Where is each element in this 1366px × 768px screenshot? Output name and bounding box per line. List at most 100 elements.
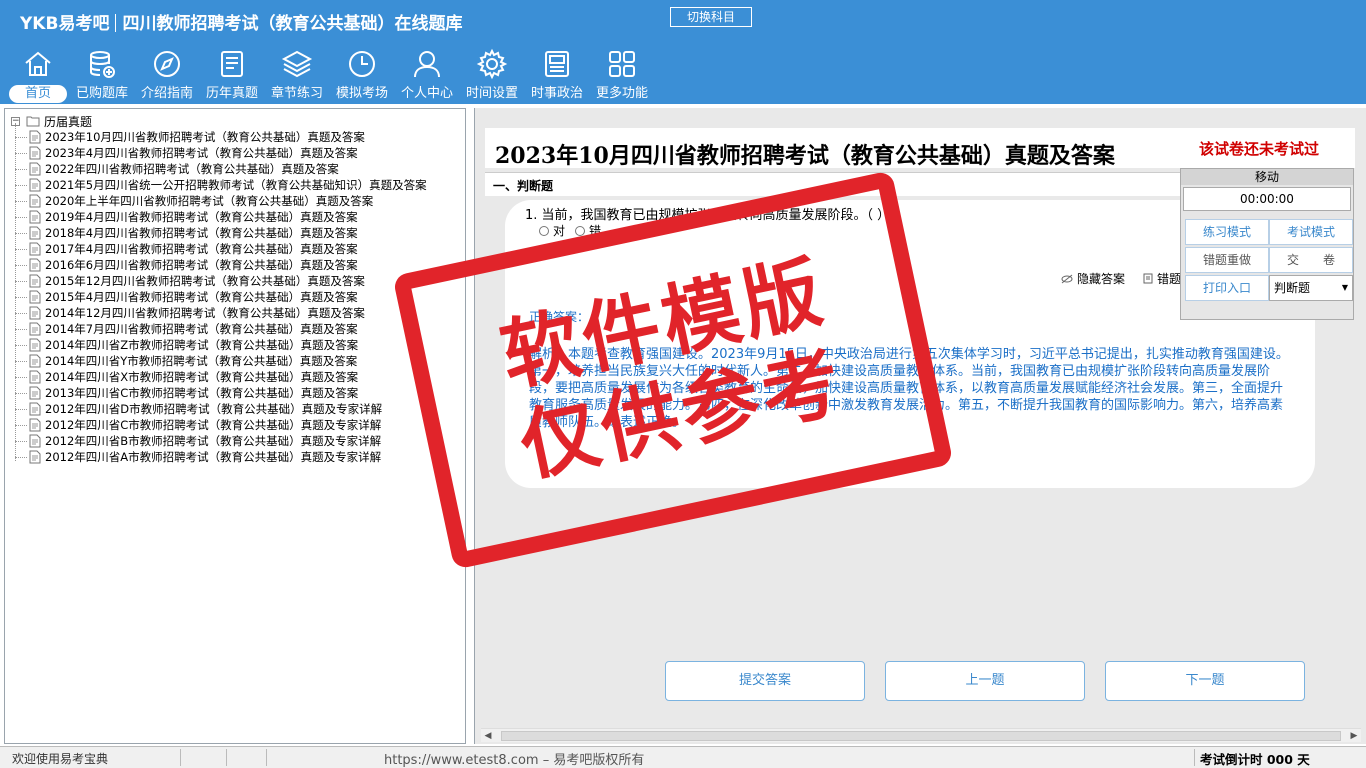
- book-icon: [1143, 273, 1153, 284]
- tree-item-label: 2017年4月四川省教师招聘考试（教育公共基础）真题及答案: [45, 242, 358, 256]
- dropdown-arrow-icon[interactable]: ▼: [1342, 276, 1348, 300]
- tree-item[interactable]: 2015年12月四川省教师招聘考试（教育公共基础）真题及答案: [15, 273, 427, 289]
- print-entry-button[interactable]: 打印入口: [1185, 275, 1269, 301]
- tree-item[interactable]: 2014年7月四川省教师招聘考试（教育公共基础）真题及答案: [15, 321, 427, 337]
- tree-item[interactable]: 2012年四川省D市教师招聘考试（教育公共基础）真题及专家详解: [15, 401, 427, 417]
- exam-timer: 00:00:00: [1183, 187, 1351, 211]
- exam-control-panel: 移动 00:00:00 练习模式 考试模式 错题重做 交 卷 打印入口 判断题 …: [1180, 168, 1354, 320]
- tree-item[interactable]: 2014年四川省X市教师招聘考试（教育公共基础）真题及答案: [15, 369, 427, 385]
- tree-item[interactable]: 2023年10月四川省教师招聘考试（教育公共基础）真题及答案: [15, 129, 427, 145]
- next-question-button[interactable]: 下一题: [1105, 661, 1305, 701]
- tree-root-label: 历届真题: [44, 114, 93, 129]
- hand-in-button[interactable]: 交 卷: [1269, 247, 1353, 273]
- tree-item[interactable]: 2023年4月四川省教师招聘考试（教育公共基础）真题及答案: [15, 145, 427, 161]
- tree-item[interactable]: 2012年四川省B市教师招聘考试（教育公共基础）真题及专家详解: [15, 433, 427, 449]
- tree-item-label: 2016年6月四川省教师招聘考试（教育公共基础）真题及答案: [45, 258, 358, 272]
- section-label: 一、判断题: [493, 179, 554, 193]
- tree-item[interactable]: 2020年上半年四川省教师招聘考试（教育公共基础）真题及答案: [15, 193, 427, 209]
- nav-current-affairs[interactable]: 时事政治: [527, 48, 587, 104]
- option-false[interactable]: 错: [575, 222, 601, 239]
- exam-status: 该试卷还未考试过: [1199, 140, 1320, 158]
- scroll-thumb[interactable]: [501, 731, 1341, 741]
- scroll-left-icon[interactable]: ◀: [481, 729, 495, 743]
- nav-past-papers[interactable]: 历年真题: [202, 48, 262, 104]
- option-false-label: 错: [589, 224, 602, 238]
- tree-item[interactable]: 2016年6月四川省教师招聘考试（教育公共基础）真题及答案: [15, 257, 427, 273]
- document-icon: [29, 146, 41, 160]
- tree-item[interactable]: 2014年12月四川省教师招聘考试（教育公共基础）真题及答案: [15, 305, 427, 321]
- eye-off-icon: [1061, 274, 1073, 283]
- tree-item[interactable]: 2021年5月四川省统一公开招聘教师考试（教育公共基础知识）真题及答案: [15, 177, 427, 193]
- hide-answer-toggle[interactable]: 隐藏答案: [1061, 270, 1125, 287]
- tree-root[interactable]: − 历届真题: [11, 113, 92, 129]
- clock-icon: [349, 51, 375, 77]
- nav-mock-exam[interactable]: 模拟考场: [332, 48, 392, 104]
- tree-item[interactable]: 2014年四川省Z市教师招聘考试（教育公共基础）真题及答案: [15, 337, 427, 353]
- app-title-text: 四川教师招聘考试（教育公共基础）在线题库: [122, 14, 463, 34]
- tree-item[interactable]: 2015年4月四川省教师招聘考试（教育公共基础）真题及答案: [15, 289, 427, 305]
- nav-chapter-practice-label: 章节练习: [270, 86, 323, 101]
- hide-answer-label: 隐藏答案: [1077, 272, 1126, 286]
- tree-item[interactable]: 2014年四川省Y市教师招聘考试（教育公共基础）真题及答案: [15, 353, 427, 369]
- nav-purchased[interactable]: 已购题库: [72, 48, 132, 104]
- document-icon: [29, 274, 41, 288]
- explanation-text: 解析：本题考查教育强国建设。2023年9月15日，中央政治局进行第五次集体学习时…: [529, 347, 1289, 430]
- grid-icon: [609, 51, 635, 77]
- logo-text: YKB易考吧: [20, 14, 110, 34]
- nav-more-label: 更多功能: [595, 86, 648, 101]
- tree-item-label: 2018年4月四川省教师招聘考试（教育公共基础）真题及答案: [45, 226, 358, 240]
- drag-handle[interactable]: 移动: [1181, 169, 1353, 185]
- exam-mode-button[interactable]: 考试模式: [1269, 219, 1353, 245]
- tree-item[interactable]: 2012年四川省C市教师招聘考试（教育公共基础）真题及专家详解: [15, 417, 427, 433]
- tree-item[interactable]: 2017年4月四川省教师招聘考试（教育公共基础）真题及答案: [15, 241, 427, 257]
- option-true[interactable]: 对: [539, 222, 565, 239]
- nav-more[interactable]: 更多功能: [592, 48, 652, 104]
- question-type-select[interactable]: 判断题 ▼: [1269, 275, 1353, 301]
- submit-answer-button[interactable]: 提交答案: [665, 661, 865, 701]
- nav-time-settings[interactable]: 时间设置: [462, 48, 522, 104]
- nav-home-label: 首页: [9, 85, 67, 103]
- nav-guide[interactable]: 介绍指南: [137, 48, 197, 104]
- document-icon: [29, 306, 41, 320]
- practice-mode-button[interactable]: 练习模式: [1185, 219, 1269, 245]
- correct-answer-label: 正确答案：: [529, 310, 590, 324]
- nav-home[interactable]: 首页: [8, 48, 68, 104]
- tree-item-label: 2020年上半年四川省教师招聘考试（教育公共基础）真题及答案: [45, 194, 374, 208]
- scroll-right-icon[interactable]: ▶: [1347, 729, 1361, 743]
- document-icon: [29, 226, 41, 240]
- nav-chapter-practice[interactable]: 章节练习: [267, 48, 327, 104]
- tree-item[interactable]: 2012年四川省A市教师招聘考试（教育公共基础）真题及专家详解: [15, 449, 427, 465]
- nav-purchased-label: 已购题库: [75, 86, 128, 101]
- nav-mock-exam-label: 模拟考场: [335, 86, 388, 101]
- tree-item-label: 2015年12月四川省教师招聘考试（教育公共基础）真题及答案: [45, 274, 365, 288]
- tree-item-label: 2012年四川省A市教师招聘考试（教育公共基础）真题及专家详解: [45, 450, 382, 464]
- tree-item[interactable]: 2022年四川省教师招聘考试（教育公共基础）真题及答案: [15, 161, 427, 177]
- copyright-text: https://www.etest8.com – 易考吧版权所有: [384, 753, 645, 768]
- document-icon: [29, 178, 41, 192]
- tree-item-label: 2014年7月四川省教师招聘考试（教育公共基础）真题及答案: [45, 322, 358, 336]
- radio-icon[interactable]: [575, 225, 586, 236]
- tree-list: 2023年10月四川省教师招聘考试（教育公共基础）真题及答案 2023年4月四川省…: [15, 129, 427, 465]
- tree-item-label: 2021年5月四川省统一公开招聘教师考试（教育公共基础知识）真题及答案: [45, 178, 427, 192]
- nav-profile-label: 个人中心: [400, 86, 453, 101]
- nav-profile[interactable]: 个人中心: [397, 48, 457, 104]
- radio-icon[interactable]: [539, 225, 549, 236]
- horizontal-scrollbar[interactable]: ◀ ▶: [481, 728, 1361, 742]
- document-icon: [29, 162, 41, 176]
- tree-item-label: 2023年4月四川省教师招聘考试（教育公共基础）真题及答案: [45, 146, 358, 160]
- tree-item-label: 2014年四川省X市教师招聘考试（教育公共基础）真题及答案: [45, 370, 359, 384]
- tree-item-label: 2014年四川省Y市教师招聘考试（教育公共基础）真题及答案: [45, 354, 358, 368]
- paper-tree: − 历届真题 2023年10月四川省教师招聘考试（教育公共基础）真题及答案 202…: [4, 108, 466, 744]
- prev-question-button[interactable]: 上一题: [885, 661, 1085, 701]
- gear-icon: [476, 48, 508, 80]
- redo-errors-button[interactable]: 错题重做: [1185, 247, 1269, 273]
- document-icon: [29, 402, 41, 416]
- error-book-toggle[interactable]: 错题: [1143, 270, 1181, 287]
- tree-item[interactable]: 2019年4月四川省教师招聘考试（教育公共基础）真题及答案: [15, 209, 427, 225]
- switch-subject-button[interactable]: 切换科目: [670, 7, 752, 27]
- app-window: YKB易考吧 四川教师招聘考试（教育公共基础）在线题库 切换科目 首页 已购题库 …: [0, 0, 1366, 768]
- document-icon: [29, 130, 41, 144]
- tree-item[interactable]: 2013年四川省C市教师招聘考试（教育公共基础）真题及答案: [15, 385, 427, 401]
- tree-item[interactable]: 2018年4月四川省教师招聘考试（教育公共基础）真题及答案: [15, 225, 427, 241]
- document-icon: [29, 322, 41, 336]
